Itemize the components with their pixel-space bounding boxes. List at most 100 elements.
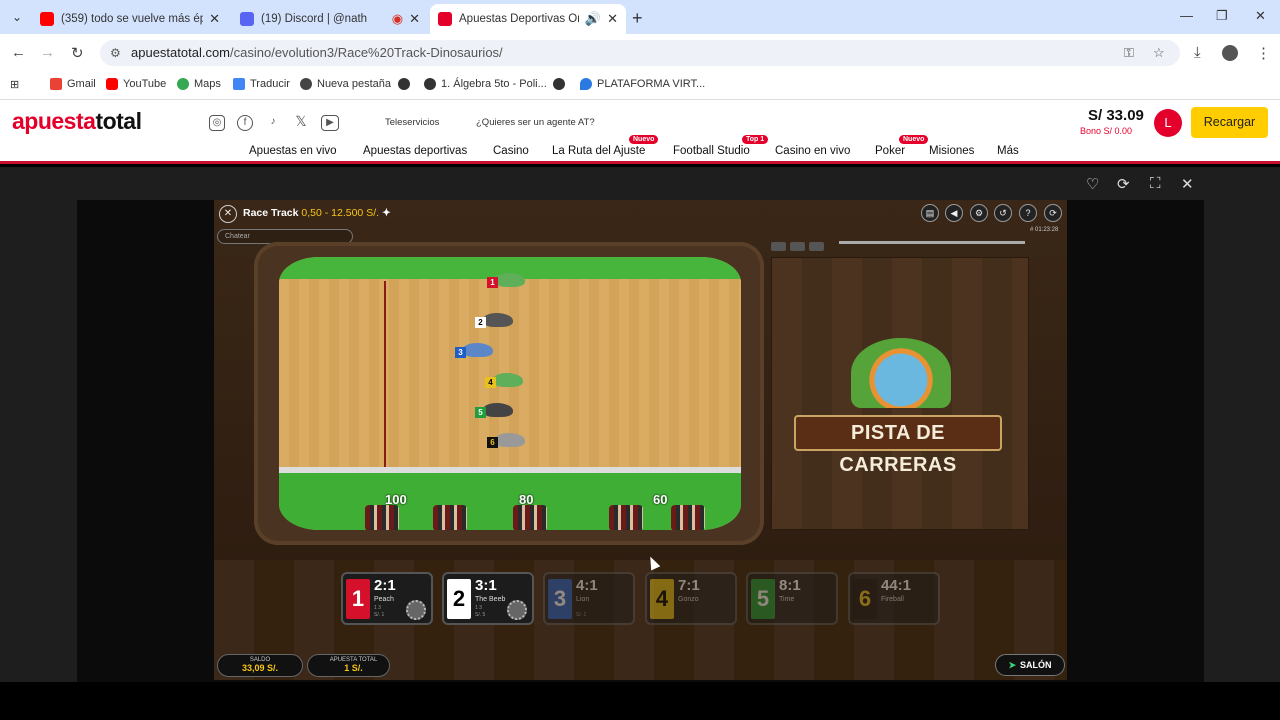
bet-spot-5[interactable]: 5 8:1 Time [746, 572, 838, 625]
menu-casino[interactable]: Casino [493, 145, 529, 157]
bookmark-gmail[interactable]: Gmail [50, 78, 96, 90]
runner-name: Time [779, 596, 795, 603]
tab-search-icon[interactable]: ⌄ [6, 6, 28, 28]
youtube-icon[interactable]: ▶ [321, 115, 339, 131]
teleservicios-link[interactable]: Teleservicios [385, 117, 439, 128]
bet-spot-4[interactable]: 4 7:1 Gonzo [645, 572, 737, 625]
address-bar[interactable]: ⚙ apuestatotal.com/casino/evolution3/Rac… [100, 40, 1180, 66]
game-title: Race Track 0,50 - 12.500 S/. ✦ [243, 207, 391, 219]
bookmark-star-icon[interactable]: ☆ [1153, 40, 1165, 66]
chat-icon[interactable]: ▤ [921, 204, 939, 222]
fullscreen-icon[interactable]: ⛶ [1150, 175, 1161, 192]
bookmark-maps[interactable]: Maps [177, 78, 221, 90]
bookmark-label: Traducir [250, 78, 290, 90]
runner-stat: 1 3 [374, 605, 381, 611]
bookmark-nueva-pestana[interactable]: Nueva pestaña [300, 78, 391, 90]
site-logo[interactable]: apuestatotal [12, 108, 142, 135]
favorite-heart-icon[interactable]: ♡ [1086, 175, 1099, 193]
logo-text-red: apuesta [12, 108, 96, 134]
salon-button[interactable]: ➤ SALÓN [995, 654, 1065, 676]
refresh-icon[interactable]: ⟳ [1117, 175, 1130, 193]
menu-poker[interactable]: Poker [875, 145, 905, 157]
pin-icon[interactable]: ✦ [382, 207, 391, 219]
pista-de-carreras-logo: PISTA DE CARRERAS [794, 415, 1002, 476]
browser-menu-icon[interactable]: ⋮ [1256, 44, 1271, 62]
runner-odds: 4:1 [576, 577, 598, 594]
balance-amount[interactable]: S/ 33.09 [1088, 107, 1144, 124]
reload-icon[interactable]: ↻ [71, 44, 84, 62]
settings-icon[interactable]: ⚙ [970, 204, 988, 222]
tab-discord[interactable]: (19) Discord | @nath ◉ ✕ [232, 4, 428, 34]
bookmark-label: 1. Álgebra 5to - Poli... [441, 78, 547, 90]
user-avatar[interactable]: L [1154, 109, 1182, 137]
password-key-icon[interactable]: ⚿ [1124, 40, 1134, 66]
game-stage: ♡ ⟳ ⛶ ✕ ✕ Race Track 0,50 - 12.500 S/. ✦… [0, 167, 1280, 682]
close-window-icon[interactable]: ✕ [1255, 8, 1266, 24]
globe-icon [424, 78, 436, 90]
back-icon[interactable]: ← [11, 44, 26, 61]
menu-football-studio[interactable]: Football Studio [673, 145, 750, 157]
sound-icon[interactable]: ◀ [945, 204, 963, 222]
site-settings-icon[interactable]: ⚙ [110, 40, 121, 66]
pause-icon[interactable] [809, 242, 824, 251]
recording-icon: ◉ [391, 11, 404, 26]
bookmark-label: Gmail [67, 78, 96, 90]
game-close-icon[interactable]: ✕ [219, 205, 237, 223]
menu-apuestas-deportivas[interactable]: Apuestas deportivas [363, 145, 467, 157]
close-game-icon[interactable]: ✕ [1181, 175, 1194, 193]
help-icon[interactable]: ? [1019, 204, 1037, 222]
spectators [433, 505, 467, 530]
menu-la-ruta-del-ajuste[interactable]: La Ruta del Ajuste [552, 145, 645, 157]
bookmark-traducir[interactable]: Traducir [233, 78, 290, 90]
close-tab-icon[interactable]: ✕ [607, 11, 618, 27]
runner-odds: 7:1 [678, 577, 700, 594]
menu-misiones[interactable]: Misiones [929, 145, 974, 157]
runner-number: 3 [455, 347, 466, 358]
close-tab-icon[interactable]: ✕ [209, 11, 220, 27]
close-tab-icon[interactable]: ✕ [409, 11, 420, 27]
facebook-icon[interactable]: f [237, 115, 253, 131]
bookmark-algebra[interactable]: 1. Álgebra 5to - Poli... [424, 78, 547, 90]
bet-spot-3[interactable]: 3 4:1 Lion S/. 1 [543, 572, 635, 625]
history-icon[interactable]: ↺ [994, 204, 1012, 222]
globe-icon [398, 78, 410, 90]
tab-apuestas[interactable]: Apuestas Deportivas Online 🔊 ✕ [430, 4, 626, 34]
bookmark-plataforma[interactable]: PLATAFORMA VIRT... [580, 78, 705, 90]
tab-title: (359) todo se vuelve más épico [61, 13, 204, 25]
runner-name: Gonzo [678, 596, 699, 603]
new-tab-icon[interactable]: + [632, 8, 643, 29]
bookmark-globe[interactable] [398, 78, 415, 90]
camera-icon[interactable] [771, 242, 786, 251]
menu-casino-en-vivo[interactable]: Casino en vivo [775, 145, 850, 157]
lobby-icon[interactable]: ⟳ [1044, 204, 1062, 222]
audio-icon[interactable]: 🔊 [585, 11, 601, 27]
spectators [671, 505, 705, 530]
runner-number: 2 [447, 579, 471, 619]
tiktok-icon[interactable]: ♪ [265, 115, 281, 131]
bookmark-globe[interactable] [553, 78, 570, 90]
maximize-icon[interactable]: ❐ [1216, 8, 1228, 24]
profile-avatar[interactable] [1222, 45, 1238, 61]
bet-spot-2[interactable]: 2 3:1 The Beeb 1 3 S/. 5 [442, 572, 534, 625]
bet-spot-1[interactable]: 1 2:1 Peach 1 3 S/. 1 [341, 572, 433, 625]
runner-number: 5 [475, 407, 486, 418]
runner-stat: S/. 1 [576, 612, 587, 618]
instagram-icon[interactable]: ◎ [209, 115, 225, 131]
menu-mas[interactable]: Más [997, 145, 1019, 157]
runner-number: 2 [475, 317, 486, 328]
x-twitter-icon[interactable]: 𝕏 [293, 114, 309, 131]
tab-youtube[interactable]: (359) todo se vuelve más épico ✕ [32, 4, 228, 34]
bar-icon[interactable] [790, 242, 805, 251]
minimize-icon[interactable]: — [1180, 8, 1193, 23]
bookmark-youtube[interactable]: YouTube [106, 78, 166, 90]
download-icon[interactable]: ⤓ [1194, 44, 1201, 61]
apps-grid-icon[interactable]: ⊞ [10, 78, 19, 91]
agent-link[interactable]: ¿Quieres ser un agente AT? [476, 117, 595, 128]
recargar-button[interactable]: Recargar [1191, 107, 1268, 138]
forward-icon[interactable]: → [40, 44, 55, 61]
menu-apuestas-en-vivo[interactable]: Apuestas en vivo [249, 145, 337, 157]
finish-post [384, 281, 386, 471]
bet-spot-6[interactable]: 6 44:1 Fireball [848, 572, 940, 625]
saldo-display: SALDO 33,09 S/. [217, 654, 303, 677]
runner-number: 4 [650, 579, 674, 619]
